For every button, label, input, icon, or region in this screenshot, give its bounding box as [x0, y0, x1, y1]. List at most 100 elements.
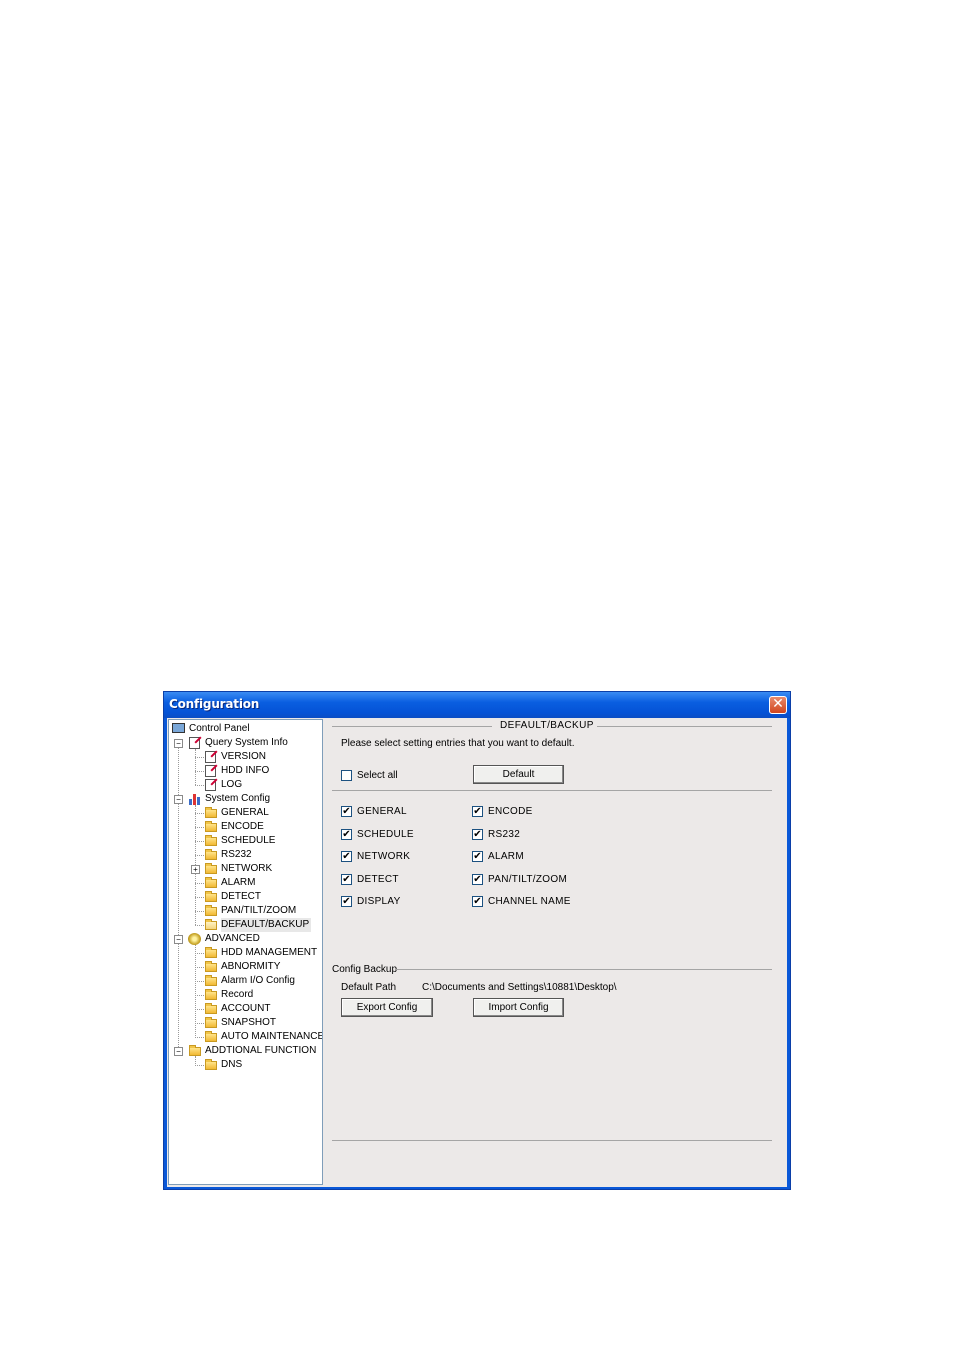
document-edit-icon	[205, 779, 216, 791]
folder-icon	[205, 891, 217, 902]
client-area: Control Panel − Query System Info VERSIO…	[167, 718, 787, 1187]
import-config-button[interactable]: Import Config	[473, 998, 564, 1017]
collapse-icon[interactable]: −	[174, 935, 183, 944]
tree-item-label: ALARM	[221, 877, 256, 888]
tree-connector	[195, 995, 204, 996]
tree-item-label: VERSION	[221, 751, 267, 762]
tree-item-label: DNS	[221, 1059, 243, 1070]
section-divider	[332, 1140, 772, 1141]
document-edit-icon	[205, 765, 216, 777]
section-divider	[332, 726, 492, 727]
configuration-window: Configuration ✕ Control Panel − Query Sy…	[163, 691, 791, 1190]
display-checkbox[interactable]: ✔	[341, 896, 352, 907]
title-bar[interactable]: Configuration ✕	[164, 692, 790, 718]
folder-icon	[205, 975, 217, 986]
tree-connector	[178, 741, 179, 1051]
encode-label: ENCODE	[488, 806, 533, 817]
tree-connector	[195, 785, 204, 786]
tree-connector	[195, 855, 204, 856]
select-all-checkbox[interactable]	[341, 770, 352, 781]
default-path-label: Default Path	[341, 982, 397, 993]
alarm-checkbox[interactable]: ✔	[472, 851, 483, 862]
gears-icon	[188, 933, 201, 945]
section-divider	[597, 726, 772, 727]
navigation-tree: Control Panel − Query System Info VERSIO…	[168, 719, 323, 1185]
rs232-checkbox[interactable]: ✔	[472, 829, 483, 840]
schedule-checkbox[interactable]: ✔	[341, 829, 352, 840]
tree-item-label: Query System Info	[205, 737, 288, 748]
tree-connector	[195, 981, 204, 982]
folder-icon	[205, 947, 217, 958]
folder-icon	[189, 1045, 201, 1056]
tree-connector	[195, 757, 204, 758]
folder-icon	[205, 863, 217, 874]
tree-item-label: Record	[221, 989, 254, 1000]
tree-item-label: NETWORK	[221, 863, 273, 874]
document-edit-icon	[189, 737, 200, 749]
expand-icon[interactable]: +	[191, 865, 200, 874]
pan-tilt-zoom-checkbox[interactable]: ✔	[472, 874, 483, 885]
folder-icon	[205, 877, 217, 888]
tree-connector	[195, 841, 204, 842]
detect-checkbox[interactable]: ✔	[341, 874, 352, 885]
window-title: Configuration	[169, 697, 260, 711]
close-icon[interactable]: ✕	[769, 696, 787, 714]
alarm-label: ALARM	[488, 851, 524, 862]
tree-connector	[195, 813, 204, 814]
display-label: DISPLAY	[357, 896, 401, 907]
tree-item-label: GENERAL	[221, 807, 269, 818]
channel-name-label: CHANNEL NAME	[488, 896, 571, 907]
tree-item-label: LOG	[221, 779, 243, 790]
folder-icon	[205, 1017, 217, 1028]
tree-item-label: ADVANCED	[205, 933, 260, 944]
tree-connector	[195, 911, 204, 912]
tree-item-label: ENCODE	[221, 821, 264, 832]
export-config-button[interactable]: Export Config	[341, 998, 433, 1017]
folder-icon	[205, 905, 217, 916]
tree-item-label: DEFAULT/BACKUP	[221, 918, 312, 932]
tree-connector	[195, 897, 204, 898]
channel-name-checkbox[interactable]: ✔	[472, 896, 483, 907]
general-label: GENERAL	[357, 806, 407, 817]
rs232-label: RS232	[488, 829, 521, 840]
tree-connector	[195, 1009, 204, 1010]
instruction-text: Please select setting entries that you w…	[341, 738, 575, 749]
tree-connector	[195, 1023, 204, 1024]
open-folder-icon	[205, 919, 217, 930]
network-label: NETWORK	[357, 851, 411, 862]
config-bars-icon	[189, 793, 201, 805]
tree-connector	[195, 1037, 204, 1038]
folder-icon	[205, 807, 217, 818]
section-divider	[332, 790, 772, 791]
tree-connector	[195, 771, 204, 772]
default-backup-panel: DEFAULT/BACKUP Please select setting ent…	[324, 718, 787, 1187]
tree-item-label: DETECT	[221, 891, 261, 902]
tree-connector	[195, 1056, 196, 1064]
tree-connector	[195, 1065, 204, 1066]
collapse-icon[interactable]: −	[174, 795, 183, 804]
folder-icon	[205, 961, 217, 972]
folder-icon	[205, 1031, 217, 1042]
folder-icon	[205, 1059, 217, 1070]
tree-item-label: HDD INFO	[221, 765, 270, 776]
computer-icon	[172, 723, 185, 733]
detect-label: DETECT	[357, 874, 399, 885]
pan-tilt-zoom-label: PAN/TILT/ZOOM	[488, 874, 568, 885]
collapse-icon[interactable]: −	[174, 1047, 183, 1056]
config-backup-title: Config Backup	[332, 964, 398, 975]
folder-icon	[205, 1003, 217, 1014]
tree-item-label: RS232	[221, 849, 252, 860]
tree-connector	[195, 967, 204, 968]
encode-checkbox[interactable]: ✔	[472, 806, 483, 817]
tree-item-label: System Config	[205, 793, 271, 804]
folder-icon	[205, 821, 217, 832]
folder-icon	[205, 989, 217, 1000]
section-divider	[396, 969, 772, 970]
general-checkbox[interactable]: ✔	[341, 806, 352, 817]
document-edit-icon	[205, 751, 216, 763]
default-button[interactable]: Default	[473, 765, 564, 784]
tree-connector	[195, 883, 204, 884]
network-checkbox[interactable]: ✔	[341, 851, 352, 862]
folder-icon	[205, 849, 217, 860]
collapse-icon[interactable]: −	[174, 739, 183, 748]
